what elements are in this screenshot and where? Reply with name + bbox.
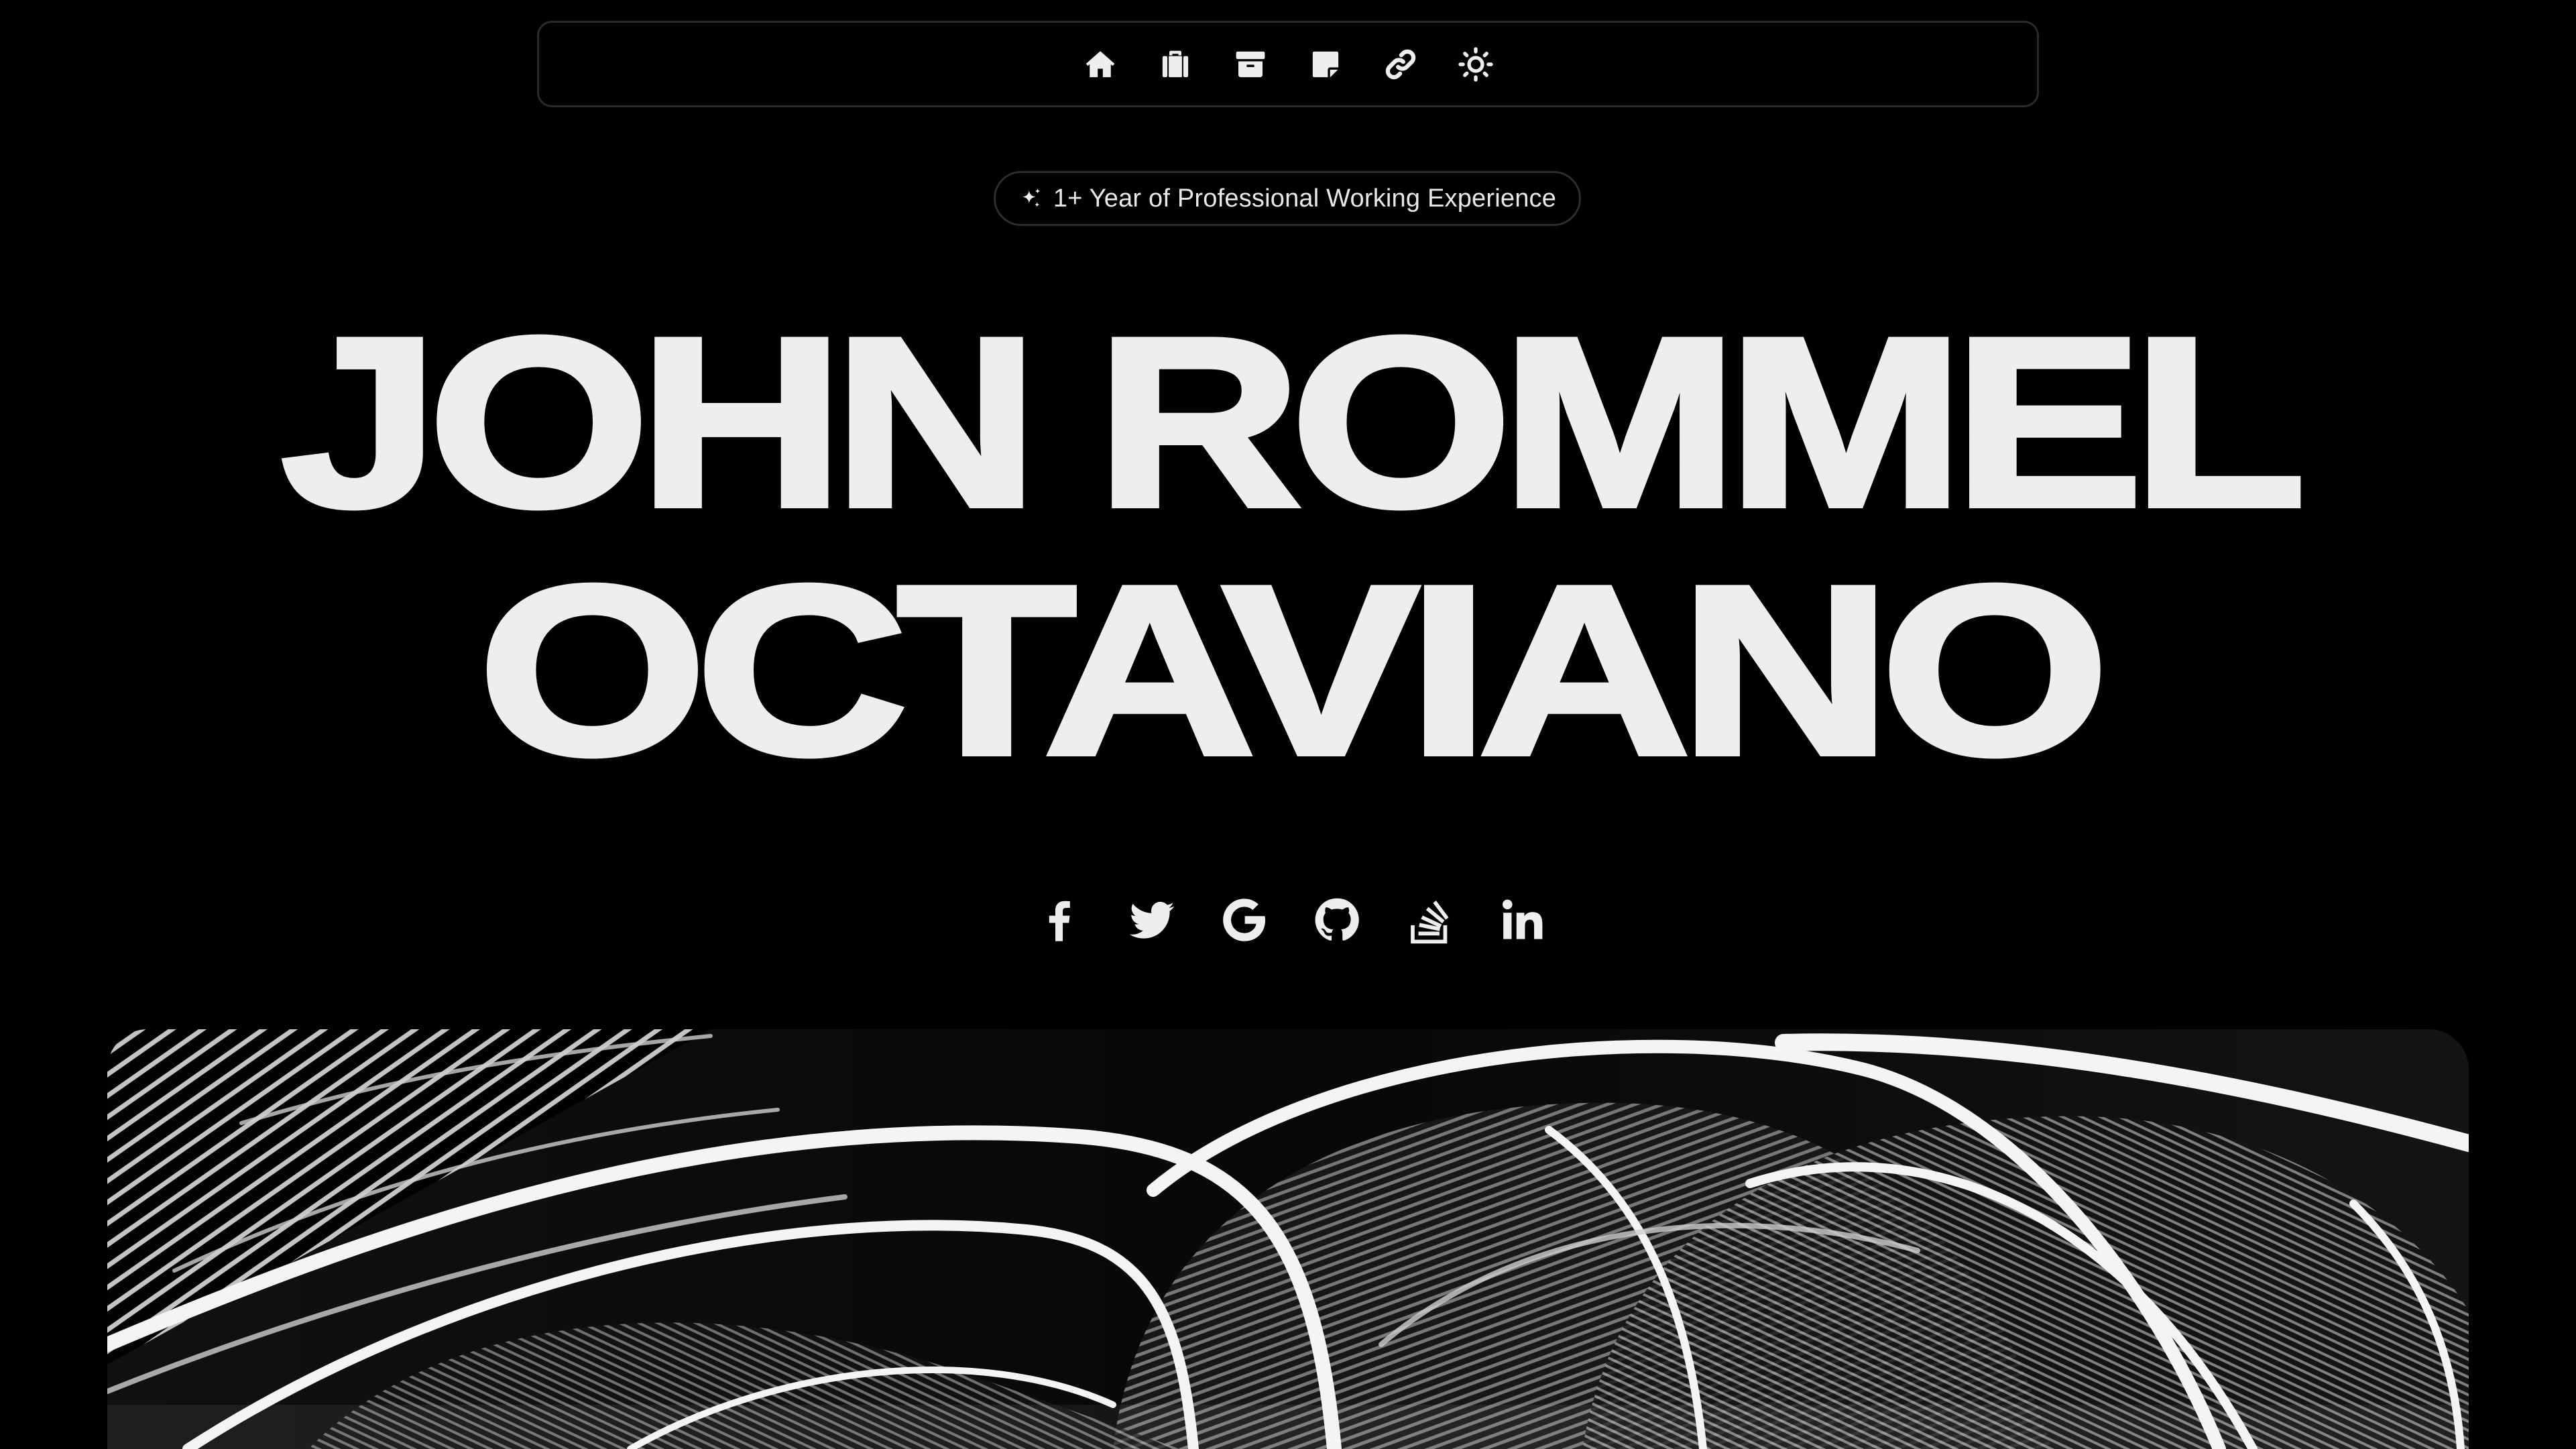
sun-icon [1458, 46, 1493, 82]
top-nav-bar [537, 21, 2039, 107]
twitter-link[interactable] [1125, 893, 1179, 947]
experience-badge: 1+ Year of Professional Working Experien… [994, 171, 1581, 226]
nav-home-button[interactable] [1082, 46, 1118, 82]
archive-box-icon [1236, 51, 1265, 77]
linkedin-link[interactable] [1495, 893, 1549, 947]
twitter-icon [1129, 901, 1175, 939]
experience-badge-text: 1+ Year of Professional Working Experien… [1053, 184, 1557, 213]
nav-work-button[interactable] [1157, 46, 1193, 82]
nav-projects-button[interactable] [1232, 46, 1269, 82]
sparkles-icon [1022, 188, 1041, 207]
nav-links-button[interactable] [1383, 46, 1419, 82]
link-icon [1385, 49, 1416, 79]
hero-name-line-2: OCTAVIANO [475, 536, 2113, 805]
facebook-icon [1049, 901, 1070, 941]
hero-abstract-image [107, 1029, 2469, 1449]
home-icon [1086, 50, 1115, 77]
portfolio-page: 1+ Year of Professional Working Experien… [0, 0, 2576, 1449]
nav-notes-button[interactable] [1307, 46, 1344, 82]
sticky-note-icon [1312, 51, 1339, 77]
google-icon [1223, 899, 1266, 941]
theme-toggle-button[interactable] [1458, 46, 1494, 82]
briefcase-icon [1162, 50, 1189, 77]
github-icon [1315, 898, 1359, 941]
github-link[interactable] [1310, 893, 1364, 947]
hero-name-line-1: JOHN ROMMEL [278, 288, 2309, 557]
social-links [1033, 885, 1549, 955]
google-link[interactable] [1218, 893, 1271, 947]
facebook-link[interactable] [1033, 893, 1086, 947]
hero-name-heading: JOHN ROMMEL OCTAVIANO [0, 288, 2576, 805]
abstract-wave-artwork [107, 1029, 2469, 1449]
linkedin-icon [1503, 899, 1543, 939]
stackoverflow-link[interactable] [1403, 893, 1456, 947]
stackoverflow-icon [1411, 901, 1449, 944]
